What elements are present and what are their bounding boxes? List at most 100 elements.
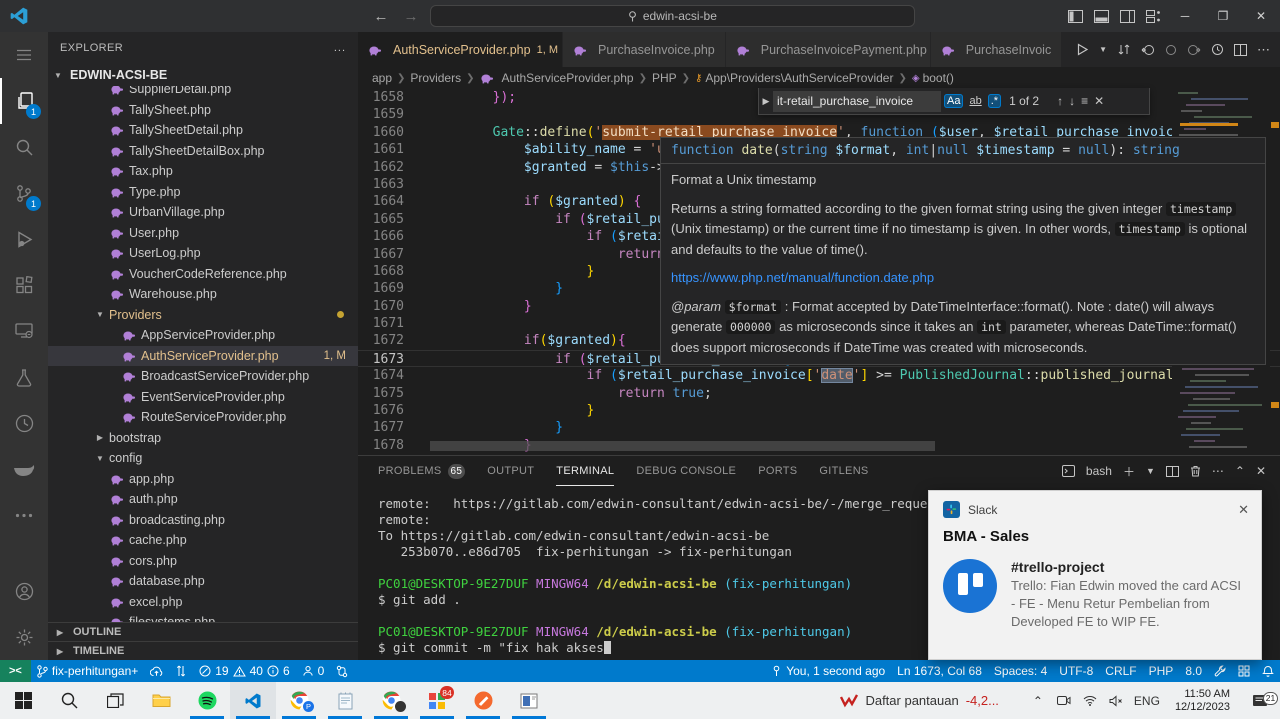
breadcrumb-item[interactable]: Providers [410, 71, 461, 85]
panel-tab-output[interactable]: OUTPUT [487, 456, 534, 486]
tree-item[interactable]: AppServiceProvider.php [48, 325, 358, 346]
command-center-search[interactable]: ⚲ edwin-acsi-be [430, 5, 915, 27]
tree-item[interactable]: EventServiceProvider.php [48, 387, 358, 408]
language-mode-status[interactable]: PHP [1143, 660, 1180, 682]
current-change-icon[interactable] [1165, 44, 1177, 56]
kill-terminal-icon[interactable] [1190, 465, 1201, 477]
remote-indicator[interactable]: >< [0, 660, 31, 682]
toggle-panel-icon[interactable] [1088, 0, 1114, 32]
run-button[interactable] [1076, 43, 1089, 56]
source-control-icon[interactable]: 1 [0, 170, 48, 216]
cursor-position-status[interactable]: Ln 1673, Col 68 [891, 660, 988, 682]
tree-item[interactable]: UrbanVillage.php [48, 202, 358, 223]
split-terminal-icon[interactable] [1166, 466, 1179, 477]
customize-layout-icon[interactable] [1140, 0, 1166, 32]
nav-back-button[interactable]: ← [370, 8, 392, 25]
explorer-icon[interactable]: 1 [0, 78, 48, 124]
tree-root-folder[interactable]: ▼ EDWIN-ACSI-BE [48, 64, 358, 86]
whole-word-toggle[interactable]: ab [966, 94, 984, 108]
close-toast-button[interactable]: ✕ [1238, 502, 1249, 518]
git-branch-status[interactable]: fix-perhitungan+ [31, 660, 144, 682]
toggle-secondary-sidebar-icon[interactable] [1114, 0, 1140, 32]
tree-item[interactable]: UserLog.php [48, 243, 358, 264]
chrome-profile2-icon[interactable] [368, 682, 414, 719]
run-dropdown-icon[interactable]: ▼ [1099, 45, 1107, 54]
open-changes-icon[interactable] [1117, 43, 1131, 56]
close-find-button[interactable]: ✕ [1094, 94, 1104, 108]
breadcrumb-item[interactable]: PHP [652, 71, 677, 85]
prev-change-icon[interactable] [1141, 44, 1155, 56]
remote-explorer-icon[interactable] [0, 308, 48, 354]
start-button[interactable] [0, 682, 46, 719]
account-icon[interactable] [0, 568, 48, 614]
terminal-dropdown-icon[interactable]: ▼ [1146, 466, 1155, 476]
panel-tab-debug-console[interactable]: DEBUG CONSOLE [636, 456, 736, 486]
tree-item[interactable]: excel.php [48, 592, 358, 613]
editor-tab[interactable]: PurchaseInvoicePayment.php [726, 32, 931, 67]
tree-item[interactable]: TallySheetDetail.php [48, 120, 358, 141]
tree-item[interactable]: Warehouse.php [48, 284, 358, 305]
tree-item[interactable]: app.php [48, 469, 358, 490]
volume-muted-icon[interactable] [1103, 695, 1129, 707]
gitlens-blame-status[interactable]: You, 1 second ago [765, 660, 891, 682]
problems-status[interactable]: 19 40 6 [193, 660, 295, 682]
todo-count-status[interactable]: 0 [296, 660, 331, 682]
tree-item[interactable]: Tax.php [48, 161, 358, 182]
notepad-icon[interactable] [322, 682, 368, 719]
tree-item[interactable]: RouteServiceProvider.php [48, 407, 358, 428]
close-panel-icon[interactable]: ✕ [1256, 464, 1266, 478]
match-case-toggle[interactable]: Aa [944, 94, 963, 108]
shell-label[interactable]: bash [1086, 464, 1112, 478]
docker-icon[interactable] [0, 446, 48, 492]
run-debug-icon[interactable] [0, 216, 48, 262]
breadcrumb-item[interactable]: boot() [923, 71, 954, 85]
breadcrumb-item[interactable]: app [372, 71, 392, 85]
next-change-icon[interactable] [1187, 44, 1201, 56]
tree-item[interactable]: filesystems.php [48, 612, 358, 622]
menu-icon[interactable] [0, 32, 48, 78]
breadcrumb-item[interactable]: App\Providers\AuthServiceProvider [705, 71, 893, 85]
publish-changes-button[interactable] [144, 660, 169, 682]
hover-link[interactable]: https://www.php.net/manual/function.date… [671, 270, 934, 285]
tree-item[interactable]: AuthServiceProvider.php1, M [48, 346, 358, 367]
tree-item[interactable]: TallySheetDetailBox.php [48, 141, 358, 162]
find-input[interactable]: it-retail_purchase_invoice [773, 91, 941, 112]
settings-gear-icon[interactable] [0, 614, 48, 660]
extensions-icon[interactable] [0, 262, 48, 308]
breadcrumb[interactable]: app❯Providers❯AuthServiceProvider.php❯PH… [358, 67, 1280, 89]
nav-forward-button[interactable]: → [400, 8, 422, 25]
new-terminal-button[interactable]: ＋ [1123, 463, 1135, 480]
regex-toggle[interactable]: .* [988, 94, 1001, 108]
hidden-icons-chevron[interactable]: ⌃ [1025, 694, 1051, 708]
vscode-icon[interactable] [230, 682, 276, 719]
panel-tab-ports[interactable]: PORTS [758, 456, 797, 486]
panel-tab-terminal[interactable]: TERMINAL [556, 456, 614, 486]
panel-tab-problems[interactable]: PROBLEMS65 [378, 456, 465, 486]
tree-item[interactable]: TallySheet.php [48, 100, 358, 121]
tree-item[interactable]: BroadcastServiceProvider.php [48, 366, 358, 387]
close-window-button[interactable]: ✕ [1242, 0, 1280, 32]
find-next-button[interactable]: ↓ [1069, 94, 1075, 108]
editor-tab[interactable]: PurchaseInvoice.php [563, 32, 726, 67]
orange-pen-app-icon[interactable] [460, 682, 506, 719]
git-sync-button[interactable] [330, 660, 354, 682]
tree-item[interactable]: cache.php [48, 530, 358, 551]
timeline-icon[interactable] [1211, 43, 1224, 56]
tree-folder-bootstrap[interactable]: ▶bootstrap [48, 428, 358, 449]
tree-item[interactable]: auth.php [48, 489, 358, 510]
outline-section-header[interactable]: ▶ OUTLINE [48, 622, 358, 641]
toggle-sidebar-icon[interactable] [1062, 0, 1088, 32]
maximize-panel-icon[interactable]: ⌃ [1235, 464, 1245, 478]
spotify-icon[interactable] [184, 682, 230, 719]
eol-status[interactable]: CRLF [1099, 660, 1142, 682]
tree-folder-providers[interactable]: ▼Providers [48, 305, 358, 326]
search-icon[interactable] [0, 124, 48, 170]
stocks-widget[interactable]: Daftar pantauan -4,2... [840, 693, 1024, 708]
find-previous-button[interactable]: ↑ [1057, 94, 1063, 108]
chrome-profile1-icon[interactable]: P [276, 682, 322, 719]
tree-item[interactable]: SupplierDetail.php [48, 86, 358, 100]
tree-item[interactable]: broadcasting.php [48, 510, 358, 531]
slack-notification-toast[interactable]: Slack ✕ BMA - Sales #trello-project Trel… [928, 490, 1262, 660]
notifications-status[interactable] [1256, 660, 1280, 682]
panel-tab-gitlens[interactable]: GITLENS [819, 456, 868, 486]
